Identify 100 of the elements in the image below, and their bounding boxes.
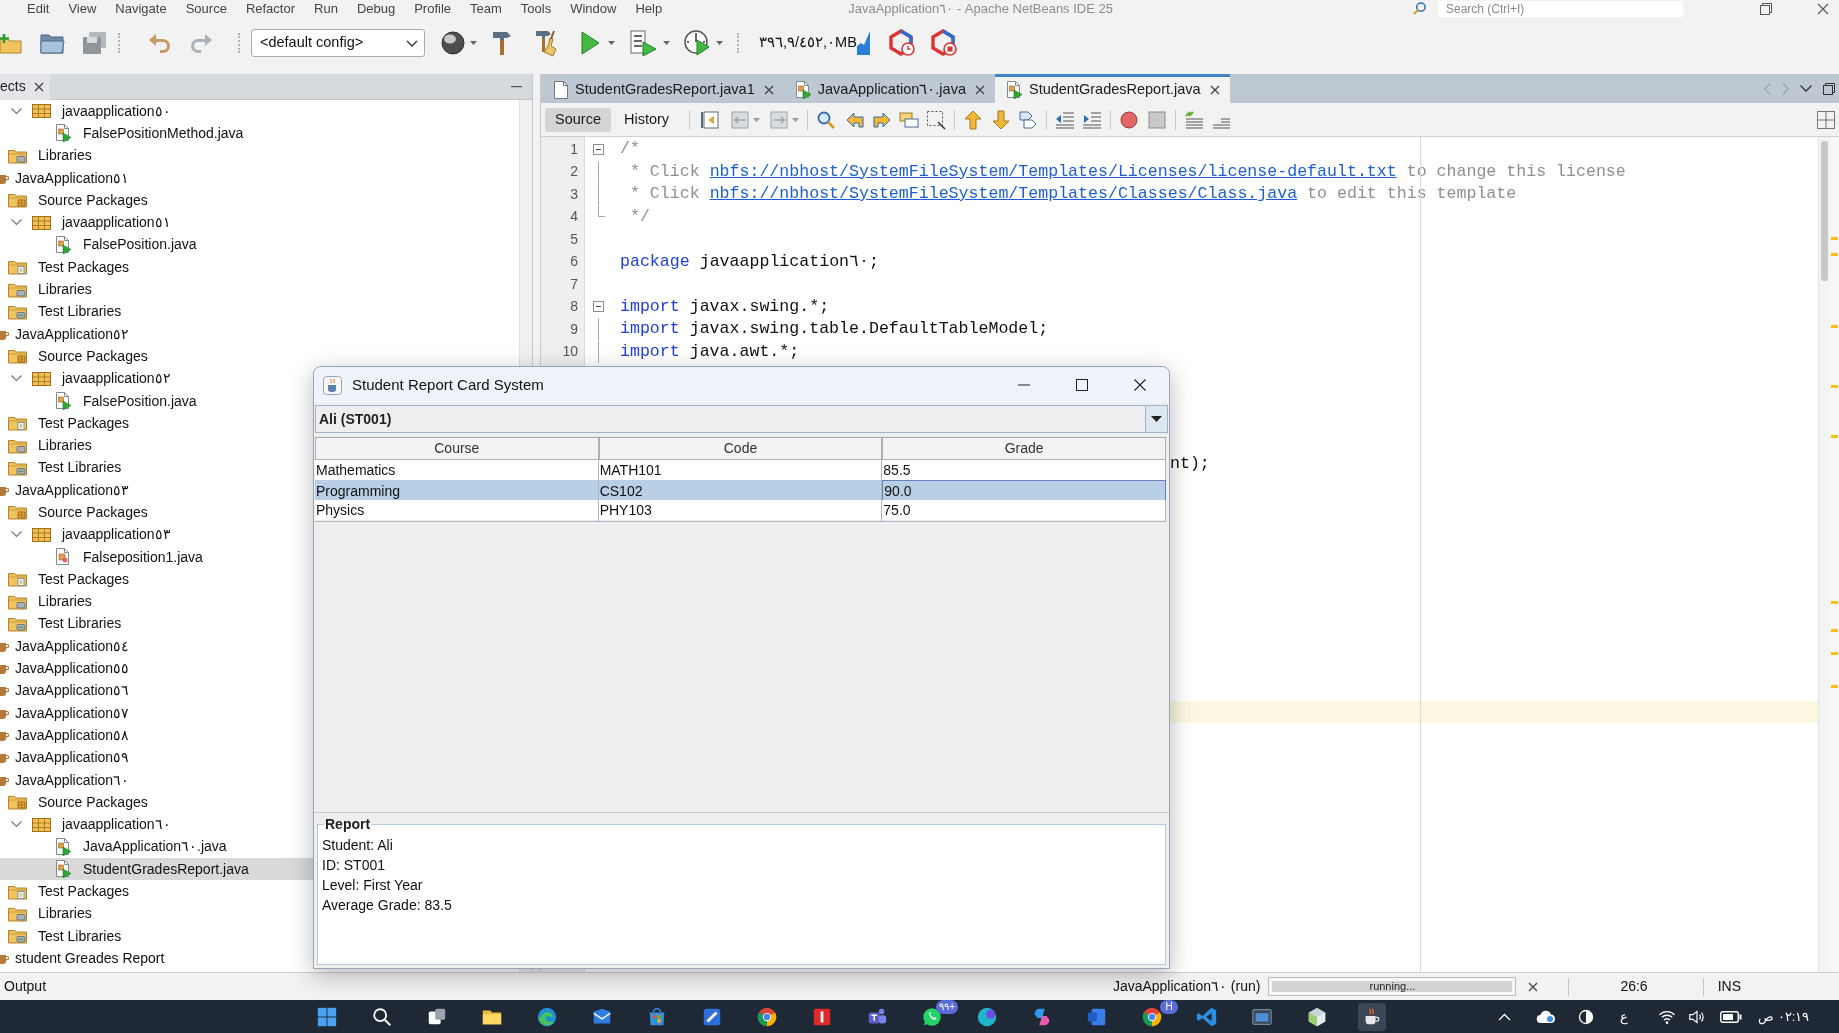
- menu-item[interactable]: Debug: [356, 0, 396, 17]
- menu-item[interactable]: Team: [470, 0, 502, 17]
- caret-icon[interactable]: [470, 41, 477, 45]
- code-link[interactable]: nbfs://nbhost/SystemFileSystem/Templates/Classes/Class.java: [709, 184, 1298, 203]
- tree-item[interactable]: javaapplication٥٠: [0, 100, 519, 123]
- wifi-icon[interactable]: [1658, 1008, 1676, 1025]
- search-icon[interactable]: [816, 109, 837, 130]
- gauge-play-icon[interactable]: [684, 30, 710, 56]
- minimize-icon[interactable]: [511, 85, 522, 88]
- tree-item[interactable]: JavaApplication٥٨: [0, 724, 519, 747]
- config-dropdown[interactable]: <default config>: [251, 29, 425, 57]
- scrollbar-thumb[interactable]: [1821, 141, 1828, 281]
- tree-item[interactable]: student Greades Report: [0, 947, 519, 970]
- chevron-down-icon[interactable]: [11, 531, 22, 539]
- tree-item[interactable]: Libraries: [0, 278, 519, 301]
- menu-item[interactable]: Source: [185, 0, 227, 17]
- output-tab[interactable]: Output: [0, 976, 47, 997]
- grid-icon[interactable]: [1816, 109, 1836, 130]
- close-icon[interactable]: [974, 85, 985, 95]
- tree-item[interactable]: JavaApplication٥٤: [0, 635, 519, 658]
- table-row[interactable]: Physics PHY103 75.0: [315, 500, 1166, 520]
- tree-item[interactable]: Source Packages: [0, 189, 519, 212]
- view-tab[interactable]: History: [613, 107, 680, 132]
- column-header[interactable]: Grade: [882, 438, 1166, 460]
- tree-item[interactable]: JavaApplication٥٢: [0, 322, 519, 346]
- column-header[interactable]: Code: [598, 438, 883, 460]
- arrow-down-icon[interactable]: [991, 109, 1012, 130]
- caret-icon[interactable]: [608, 41, 615, 45]
- search-field[interactable]: Search (Ctrl+I): [1438, 0, 1683, 17]
- clock[interactable]: ٠٢:١٩ ص: [1758, 1006, 1810, 1027]
- tree-item[interactable]: Source Packages: [0, 791, 519, 814]
- tree-item[interactable]: FalsePosition.java: [0, 233, 519, 257]
- student-dropdown[interactable]: Ali (ST001): [315, 405, 1168, 433]
- tree-item[interactable]: Libraries: [0, 144, 519, 167]
- editor-tab[interactable]: StudentGradesReport.java1: [543, 74, 784, 103]
- tree-item[interactable]: JavaApplication٥٩: [0, 746, 519, 769]
- indent-icon[interactable]: [1082, 109, 1103, 130]
- arrow-up-icon[interactable]: [963, 109, 984, 130]
- tree-item[interactable]: Source Packages: [0, 345, 519, 368]
- close-icon[interactable]: [763, 85, 774, 95]
- restore-icon[interactable]: [1760, 2, 1772, 15]
- globe-icon[interactable]: [441, 31, 465, 55]
- chevron-down-icon[interactable]: [11, 375, 22, 383]
- memory-button[interactable]: ٣٩٦,٩/٤٥٢,٠MB: [759, 29, 870, 57]
- caret-icon[interactable]: [663, 41, 670, 45]
- close-icon[interactable]: [33, 81, 44, 92]
- battery-icon[interactable]: [1720, 1010, 1742, 1023]
- tree-item[interactable]: Test Packages: [0, 568, 519, 591]
- caret-icon[interactable]: [716, 41, 723, 45]
- close-icon[interactable]: [1528, 981, 1539, 992]
- dropdown-button[interactable]: [1145, 406, 1167, 432]
- chevron-down-icon[interactable]: [11, 107, 22, 115]
- tree-item[interactable]: Falseposition1.java: [0, 545, 519, 569]
- speaker-icon[interactable]: [1688, 1008, 1706, 1025]
- chevron-down-icon[interactable]: [11, 821, 22, 829]
- folder-icon[interactable]: [40, 31, 65, 55]
- tree-item[interactable]: Test Packages: [0, 256, 519, 279]
- menu-item[interactable]: Help: [635, 0, 663, 17]
- dashed-box-icon[interactable]: [926, 109, 947, 130]
- tag-icon[interactable]: [1018, 109, 1039, 130]
- outdent-icon[interactable]: [1055, 109, 1076, 130]
- taskbar-app[interactable]: [1358, 1002, 1386, 1031]
- tree-item[interactable]: JavaApplication٥١: [0, 166, 519, 190]
- tree-item[interactable]: FalsePositionMethod.java: [0, 122, 519, 145]
- caret-icon[interactable]: [753, 117, 761, 122]
- chevron-down-icon[interactable]: [11, 219, 22, 227]
- record-icon[interactable]: [1119, 109, 1140, 130]
- panel-tab[interactable]: ects: [0, 73, 50, 100]
- fold-minus-icon[interactable]: [593, 143, 604, 155]
- restore-icon[interactable]: [1823, 82, 1835, 95]
- hexagon-stop-icon[interactable]: [929, 29, 958, 57]
- editor-tab[interactable]: JavaApplication٦٠.java: [783, 74, 995, 103]
- menu-item[interactable]: Profile: [414, 0, 452, 17]
- half-circle-icon[interactable]: [1578, 1008, 1594, 1025]
- hexagon-clock-icon[interactable]: [887, 29, 916, 57]
- close-icon[interactable]: [1209, 85, 1220, 95]
- editor-tab[interactable]: StudentGradesReport.java: [994, 74, 1230, 103]
- play-icon[interactable]: [580, 31, 600, 55]
- menu-item[interactable]: Edit: [27, 0, 50, 17]
- column-header[interactable]: Course: [315, 438, 599, 460]
- menu-item[interactable]: Navigate: [115, 0, 167, 17]
- tree-item[interactable]: JavaApplication٥٧: [0, 702, 519, 725]
- menu-item[interactable]: Window: [570, 0, 617, 17]
- tree-item[interactable]: javaapplication٥١: [0, 211, 519, 234]
- code-link[interactable]: nbfs://nbhost/SystemFileSystem/Templates/Licenses/license-default.txt: [709, 161, 1397, 181]
- chevron-up-icon[interactable]: [1498, 1012, 1511, 1021]
- stacked-boxes-icon[interactable]: [899, 109, 920, 130]
- cloud-icon[interactable]: [1536, 1009, 1556, 1024]
- tree-item[interactable]: JavaApplication٥٦: [0, 679, 519, 702]
- disks-icon[interactable]: [82, 31, 107, 55]
- table-row[interactable]: Mathematics MATH101 85.5: [315, 460, 1166, 480]
- close-icon[interactable]: [1817, 2, 1829, 15]
- tree-item[interactable]: javaapplication٥٣: [0, 523, 519, 546]
- language-indicator[interactable]: ع: [1620, 1006, 1628, 1027]
- list-play-icon[interactable]: [630, 30, 657, 56]
- tree-item[interactable]: Libraries: [0, 590, 519, 613]
- menu-item[interactable]: Run: [314, 0, 338, 17]
- tree-item[interactable]: Test Libraries: [0, 612, 519, 636]
- menu-item[interactable]: View: [68, 0, 97, 17]
- menu-item[interactable]: Tools: [520, 0, 552, 17]
